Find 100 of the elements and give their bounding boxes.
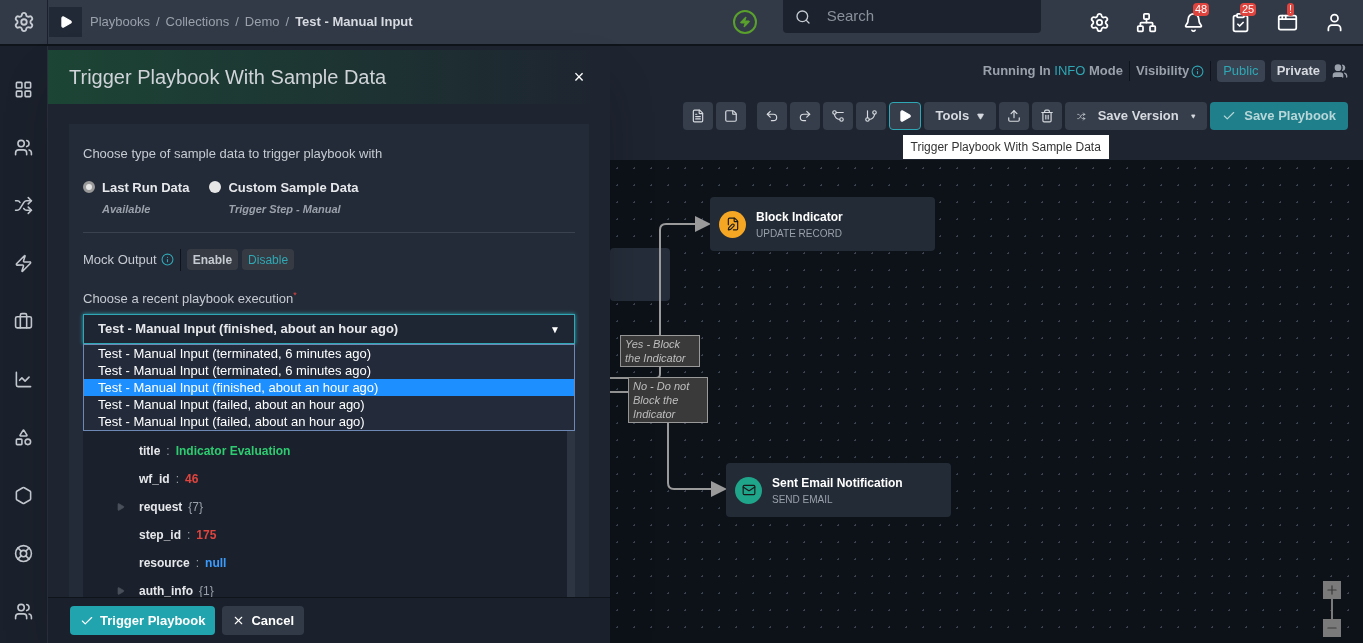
expand-button[interactable]	[49, 7, 82, 37]
count-badge: 25	[1240, 2, 1257, 16]
team-icon[interactable]	[14, 602, 33, 621]
vertical-align-button[interactable]	[855, 102, 886, 130]
export-button[interactable]	[999, 102, 1030, 130]
dropdown-option[interactable]: Test - Manual Input (failed, about an hour ago)	[84, 396, 574, 413]
shuffle-icon	[1077, 109, 1086, 123]
flow-node[interactable]: Block Indicator UPDATE RECORD	[710, 197, 935, 251]
edge-label[interactable]: Yes - Block the Indicator	[620, 335, 700, 367]
json-value: null	[205, 555, 227, 572]
json-key: wf_id	[139, 470, 170, 488]
settings-icon[interactable]	[1089, 11, 1110, 33]
breadcrumb-item[interactable]: Demo	[244, 12, 280, 32]
tooltip: Trigger Playbook With Sample Data	[902, 135, 1109, 159]
trash-icon	[1040, 109, 1055, 123]
item-count: {7}	[188, 499, 204, 516]
node-title: Block Indicator	[756, 208, 843, 226]
radio-button[interactable]	[209, 180, 222, 193]
execution-label: Choose a recent playbook execution*	[83, 288, 298, 308]
radio-caption: Trigger Step - Manual	[228, 202, 342, 217]
json-key: auth_info	[139, 582, 193, 600]
hierarchy-icon[interactable]	[1136, 11, 1157, 33]
flow-node[interactable]	[610, 248, 670, 301]
modal-title: Trigger Playbook With Sample Data	[69, 65, 387, 90]
play-button[interactable]	[888, 102, 921, 130]
caret-icon	[1190, 112, 1196, 120]
note-icon	[723, 109, 738, 123]
key-separator: :	[175, 471, 179, 488]
people-icon[interactable]	[14, 138, 33, 157]
shuffle-icon[interactable]	[14, 196, 33, 215]
node-subtitle: SEND EMAIL	[772, 492, 834, 507]
logo-icon[interactable]	[12, 11, 35, 33]
radio-caption: Available	[102, 202, 152, 217]
count-badge: 48	[1193, 2, 1210, 16]
upload-icon	[1007, 109, 1022, 123]
note-button[interactable]	[715, 102, 746, 130]
dashboard-icon[interactable]	[14, 80, 33, 99]
lightning-icon[interactable]	[14, 254, 33, 273]
execution-select[interactable]: Test - Manual Input (finished, about an hour ago) ▼	[83, 314, 575, 344]
horizontal-align-button[interactable]	[822, 102, 853, 130]
radio-label[interactable]: Custom Sample Data	[228, 177, 359, 197]
visibility-option[interactable]: Private	[1270, 60, 1326, 82]
delete-button[interactable]	[1032, 102, 1063, 130]
shapes-icon[interactable]	[14, 428, 33, 447]
flow-node[interactable]: Sent Email Notification SEND EMAIL	[726, 463, 951, 517]
plug-status-icon	[732, 10, 757, 34]
breadcrumb-item[interactable]: Playbooks	[90, 12, 150, 32]
breadcrumb-separator: /	[156, 13, 160, 32]
toggle-option[interactable]: Disable	[242, 249, 295, 270]
info-icon	[1191, 64, 1205, 78]
undo-button[interactable]	[756, 102, 787, 130]
visibility-option[interactable]: Public	[1217, 60, 1265, 82]
cancel-button[interactable]: Cancel	[222, 606, 305, 635]
chart-icon[interactable]	[14, 370, 33, 389]
breadcrumb-item: Test - Manual Input	[295, 13, 413, 32]
hexagon-icon[interactable]	[14, 486, 33, 505]
json-key: step_id	[139, 526, 181, 544]
key-separator: :	[187, 527, 191, 544]
branch-icon	[863, 109, 878, 123]
save-version-button[interactable]: Save Version	[1065, 102, 1208, 130]
breadcrumb-item[interactable]: Collections	[165, 12, 230, 32]
search-field[interactable]: Search	[782, 0, 1041, 33]
visibility-label: Visibility	[1135, 62, 1190, 81]
key-separator: :	[166, 443, 170, 460]
radio-label[interactable]: Last Run Data	[102, 177, 190, 197]
document-icon	[690, 109, 705, 123]
json-value: 175	[196, 527, 217, 544]
redo-button[interactable]	[789, 102, 820, 130]
layout-button[interactable]	[682, 102, 713, 130]
search-input[interactable]: Search	[826, 5, 1007, 28]
node-title: Sent Email Notification	[772, 474, 903, 492]
play-icon	[897, 109, 912, 123]
breadcrumb-separator: /	[285, 13, 290, 32]
json-key: request	[139, 498, 183, 516]
node-subtitle: UPDATE RECORD	[756, 226, 843, 241]
undo-icon	[764, 109, 779, 123]
dropdown-option[interactable]: Test - Manual Input (terminated, 6 minutes ago)	[84, 362, 574, 379]
dropdown-option[interactable]: Test - Manual Input (failed, about an hour ago)	[84, 413, 574, 430]
dropdown-option[interactable]: Test - Manual Input (terminated, 6 minutes ago)	[84, 345, 574, 362]
breadcrumb-separator: /	[235, 13, 239, 32]
lifebuoy-icon[interactable]	[14, 544, 33, 563]
redo-icon	[797, 109, 812, 123]
connector-line	[609, 391, 629, 393]
branch-icon	[830, 109, 845, 123]
play-icon	[58, 15, 73, 29]
check-icon	[1222, 109, 1237, 123]
info-icon	[160, 253, 174, 266]
json-value: Indicator Evaluation	[175, 443, 291, 460]
radio-button[interactable]	[83, 180, 95, 193]
json-key: resource	[139, 554, 190, 572]
edge-label[interactable]: No - Do not Block the Indicator	[628, 377, 708, 423]
search-icon	[794, 8, 811, 25]
clipboard-icon[interactable]	[1230, 11, 1251, 33]
caret-icon	[977, 112, 985, 120]
toggle-option[interactable]: Enable	[186, 249, 239, 270]
tools-button[interactable]: Tools	[923, 102, 997, 130]
json-key: title	[139, 442, 161, 460]
briefcase-icon[interactable]	[14, 312, 33, 331]
close-button[interactable]: ×	[569, 63, 589, 91]
bell-icon[interactable]	[1183, 11, 1204, 33]
